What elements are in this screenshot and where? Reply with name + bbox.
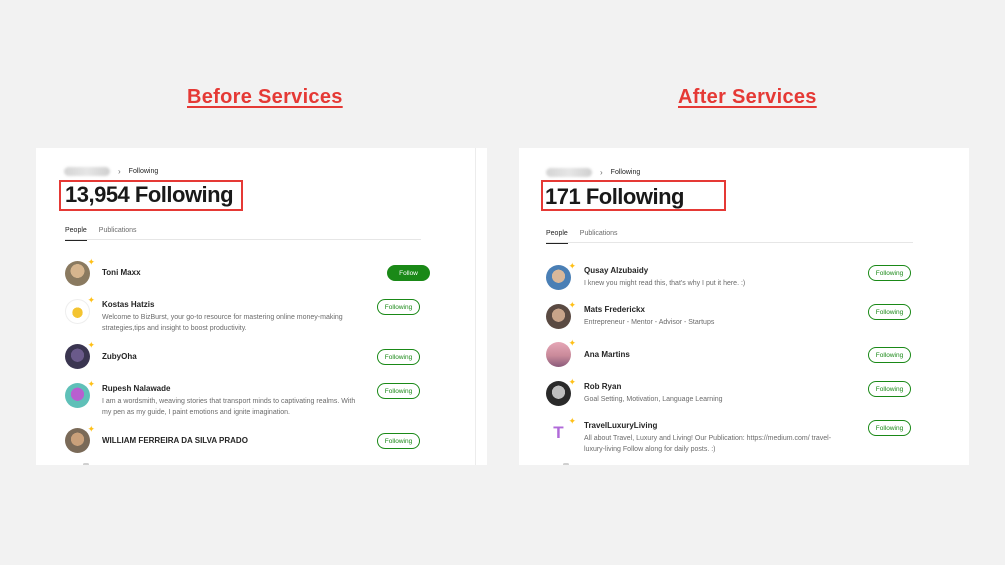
star-icon: ✦ — [87, 340, 95, 350]
tab-divider — [546, 242, 913, 243]
avatar-image — [65, 344, 90, 369]
next-avatar-peek — [83, 463, 89, 465]
breadcrumb-current: Following — [128, 168, 159, 175]
user-bio: Welcome to BizBurst, your go-to resource… — [102, 314, 343, 332]
following-button[interactable]: Following — [868, 347, 911, 363]
user-bio: Entrepreneur - Mentor - Advisor - Startu… — [584, 319, 715, 326]
avatar-image — [65, 261, 90, 286]
following-button[interactable]: Following — [868, 265, 911, 281]
avatar[interactable]: ✦ — [546, 377, 576, 406]
breadcrumb-current: Following — [610, 169, 641, 176]
following-button[interactable]: Following — [868, 304, 911, 320]
avatar-image — [546, 265, 571, 290]
following-button[interactable]: Following — [377, 299, 420, 315]
follow-button[interactable]: Follow — [387, 265, 430, 281]
user-name[interactable]: Mats Frederickx — [584, 305, 645, 314]
user-name[interactable]: Kostas Hatzis — [102, 300, 154, 309]
avatar[interactable]: ✦ — [546, 338, 576, 367]
avatar[interactable]: ✦ — [65, 424, 95, 453]
before-services-heading: Before Services — [187, 86, 343, 108]
breadcrumb: › Following — [546, 168, 640, 177]
next-avatar-peek — [563, 463, 569, 465]
star-icon: ✦ — [87, 379, 95, 389]
page-title: 171 Following — [545, 184, 684, 209]
user-name[interactable]: Rob Ryan — [584, 382, 621, 391]
avatar[interactable]: ✦ — [546, 300, 576, 329]
avatar-image — [65, 383, 90, 408]
user-name[interactable]: Qusay Alzubaidy — [584, 266, 648, 275]
chevron-right-icon: › — [600, 168, 603, 177]
user-name[interactable]: ZubyOha — [102, 352, 137, 361]
tab-divider — [65, 239, 421, 240]
following-button[interactable]: Following — [868, 381, 911, 397]
avatar-image — [65, 299, 90, 324]
breadcrumb: › Following — [64, 167, 158, 176]
user-name[interactable]: TravelLuxuryLiving — [584, 421, 657, 430]
avatar[interactable]: ✦ — [65, 257, 95, 286]
chevron-right-icon: › — [118, 167, 121, 176]
avatar[interactable]: ✦ — [65, 295, 95, 324]
star-icon: ✦ — [87, 257, 95, 267]
star-icon: ✦ — [87, 295, 95, 305]
user-name[interactable]: Ana Martins — [584, 350, 630, 359]
avatar-image — [546, 342, 571, 367]
page-title: 13,954 Following — [65, 182, 234, 207]
star-icon: ✦ — [568, 416, 576, 426]
following-button[interactable]: Following — [377, 349, 420, 365]
star-icon: ✦ — [568, 338, 576, 348]
following-button[interactable]: Following — [377, 383, 420, 399]
before-following-panel: › Following 13,954 Following People Publ… — [36, 148, 487, 465]
avatar-image — [546, 304, 571, 329]
user-bio: All about Travel, Luxury and Living! Our… — [584, 435, 832, 453]
blurred-username[interactable] — [546, 168, 592, 177]
star-icon: ✦ — [568, 300, 576, 310]
after-following-panel: › Following 171 Following People Publica… — [519, 148, 969, 465]
avatar-image: T — [546, 420, 571, 445]
avatar[interactable]: T ✦ — [546, 416, 576, 445]
user-bio: I am a wordsmith, weaving stories that t… — [102, 398, 356, 416]
following-button[interactable]: Following — [377, 433, 420, 449]
avatar[interactable]: ✦ — [65, 379, 95, 408]
panel-divider — [475, 148, 476, 465]
user-bio: I knew you might read this, that's why I… — [584, 280, 746, 287]
avatar[interactable]: ✦ — [65, 340, 95, 369]
star-icon: ✦ — [568, 261, 576, 271]
user-name[interactable]: WILLIAM FERREIRA DA SILVA PRADO — [102, 436, 248, 445]
following-button[interactable]: Following — [868, 420, 911, 436]
star-icon: ✦ — [568, 377, 576, 387]
avatar[interactable]: ✦ — [546, 261, 576, 290]
user-bio: Goal Setting, Motivation, Language Learn… — [584, 396, 723, 403]
avatar-image — [65, 428, 90, 453]
user-name[interactable]: Toni Maxx — [102, 268, 141, 277]
after-services-heading: After Services — [678, 86, 817, 108]
avatar-image — [546, 381, 571, 406]
user-name[interactable]: Rupesh Nalawade — [102, 384, 170, 393]
blurred-username[interactable] — [64, 167, 110, 176]
star-icon: ✦ — [87, 424, 95, 434]
